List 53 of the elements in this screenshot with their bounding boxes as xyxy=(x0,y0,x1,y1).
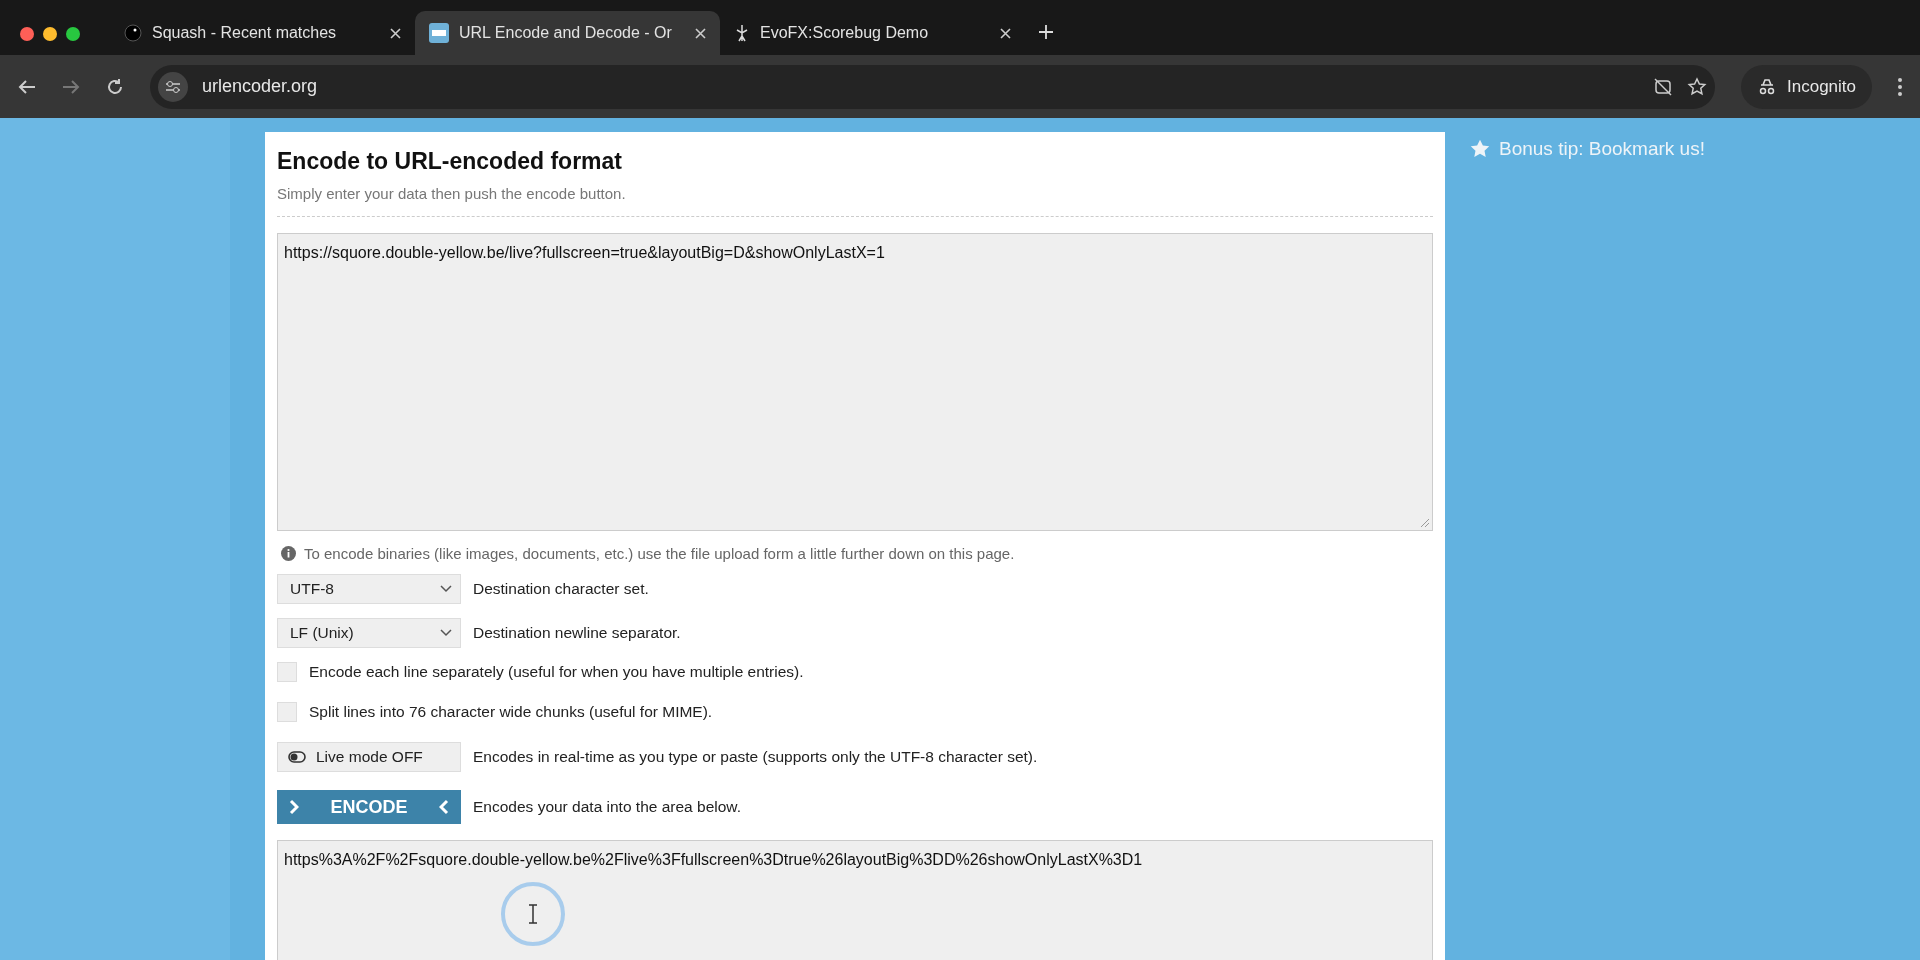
encode-button[interactable]: ENCODE xyxy=(277,790,461,824)
browser-tab[interactable]: URL Encode and Decode - Or xyxy=(415,11,720,55)
option-label: Destination newline separator. xyxy=(473,624,681,642)
info-icon xyxy=(281,546,296,561)
cursor-highlight-icon xyxy=(500,881,566,947)
star-icon xyxy=(1469,138,1491,160)
select-dropdown[interactable]: LF (Unix) xyxy=(277,618,461,648)
tab-title: EvoFX:Scorebug Demo xyxy=(760,24,930,42)
forward-arrow-icon[interactable] xyxy=(62,78,80,95)
new-tab-icon[interactable] xyxy=(1039,25,1053,39)
minimize-window-icon[interactable] xyxy=(43,27,57,41)
checkbox[interactable] xyxy=(277,702,297,722)
back-arrow-icon[interactable] xyxy=(18,78,36,95)
option-label: Split lines into 76 character wide chunks (useful for MIME). xyxy=(309,703,713,721)
tab-title: URL Encode and Decode - Or xyxy=(459,24,673,42)
option-label: Encodes in real-time as you type or paste (supports only the UTF-8 character set). xyxy=(473,748,1038,766)
url-logo-icon xyxy=(429,23,449,43)
ball-icon xyxy=(124,24,142,42)
eye-off-icon[interactable] xyxy=(1653,76,1673,97)
option-label: Destination character set. xyxy=(473,580,649,598)
figure-icon xyxy=(734,24,750,42)
tab-title: Squash - Recent matches xyxy=(152,24,338,42)
close-window-icon[interactable] xyxy=(20,27,34,41)
info-text: To encode binaries (like images, documents, etc.) use the file upload form a little further down on this page. xyxy=(304,545,1015,562)
close-icon[interactable] xyxy=(1000,27,1011,39)
resize-grip-icon[interactable] xyxy=(1420,518,1430,528)
option-label: Encode each line separately (useful for when you have multiple entries). xyxy=(309,663,804,681)
select-value: UTF-8 xyxy=(290,580,334,598)
select-value: LF (Unix) xyxy=(290,624,354,642)
more-menu-icon[interactable] xyxy=(1898,77,1902,96)
live-mode-button[interactable]: Live mode OFF xyxy=(277,742,461,772)
close-icon[interactable] xyxy=(695,27,706,39)
chevron-icon xyxy=(439,799,449,815)
browser-tab[interactable]: Squash - Recent matches xyxy=(110,11,415,55)
page-subtitle: Simply enter your data then push the encode button. xyxy=(277,185,1433,217)
site-settings-icon[interactable] xyxy=(158,71,188,102)
select-dropdown[interactable]: UTF-8 xyxy=(277,574,461,604)
caret-icon xyxy=(440,629,452,637)
incognito-icon xyxy=(1757,78,1777,95)
input-field[interactable]: https://squore.double-yellow.be/live?fullscreen=true&layoutBig=D&showOnlyLastX=1 xyxy=(277,233,1433,531)
close-icon[interactable] xyxy=(390,27,401,39)
bonus-tip: Bonus tip: Bookmark us! xyxy=(1499,138,1705,160)
star-icon[interactable] xyxy=(1687,76,1707,97)
chevron-icon xyxy=(289,799,299,815)
incognito-button[interactable]: Incognito xyxy=(1741,64,1872,109)
checkbox[interactable] xyxy=(277,662,297,682)
option-label: Encodes your data into the area below. xyxy=(473,798,741,816)
reload-icon[interactable] xyxy=(106,77,124,96)
browser-tab[interactable]: EvoFX:Scorebug Demo xyxy=(720,11,1025,55)
page-title: Encode to URL-encoded format xyxy=(277,148,623,175)
caret-icon xyxy=(440,585,452,593)
output-field[interactable]: https%3A%2F%2Fsquore.double-yellow.be%2Flive%3Ffullscreen%3Dtrue%26layoutBig%3DD%26showOnlyLastX%3D1 xyxy=(277,840,1433,960)
maximize-window-icon[interactable] xyxy=(66,27,80,41)
